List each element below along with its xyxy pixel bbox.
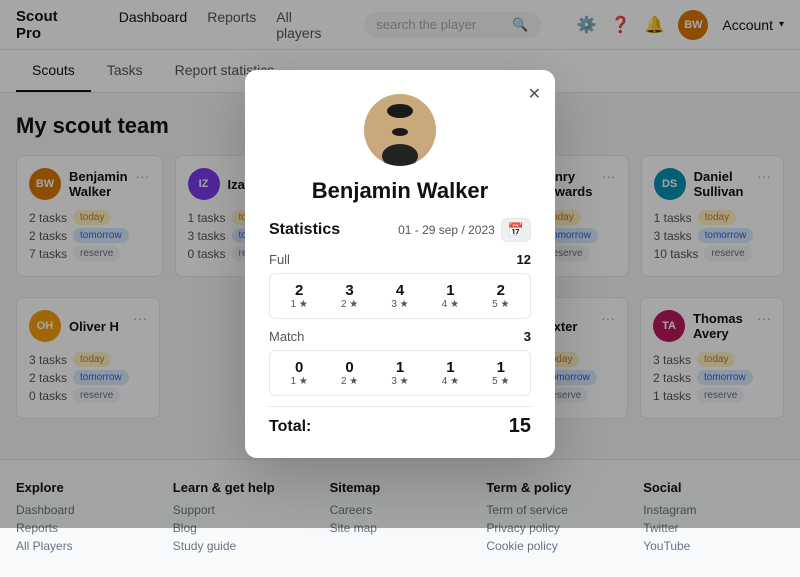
stat-value: 1 [377,359,423,376]
stat-cell: 2 5 ★ [478,282,524,310]
star-label: 3 ★ [377,299,423,310]
modal-total: Total: 15 [269,406,531,438]
stat-value: 2 [276,282,322,299]
star-label: 2 ★ [326,376,372,387]
scout-detail-modal: ✕ Benjamin Walker Statistics 01 - 29 sep… [245,70,555,458]
star-label: 1 ★ [276,376,322,387]
stat-cell: 0 2 ★ [326,359,372,387]
modal-overlay[interactable]: ✕ Benjamin Walker Statistics 01 - 29 sep… [0,0,800,528]
match-count: 3 [524,329,531,344]
total-value: 15 [509,415,531,438]
footer-link[interactable]: Cookie policy [486,539,627,553]
stat-section-full: Full 12 2 1 ★ 3 2 ★ 4 3 ★ 1 4 ★ [269,252,531,319]
stat-value: 0 [276,359,322,376]
total-label: Total: [269,418,311,436]
footer-link[interactable]: YouTube [643,539,784,553]
full-count: 12 [517,252,531,267]
star-label: 4 ★ [427,299,473,310]
stat-value: 1 [427,359,473,376]
modal-person-name: Benjamin Walker [269,178,531,204]
stat-cell: 1 3 ★ [377,359,423,387]
stat-value: 1 [427,282,473,299]
modal-avatar [364,94,436,166]
stat-value: 0 [326,359,372,376]
stat-value: 3 [326,282,372,299]
footer-link[interactable]: All Players [16,539,157,553]
stat-cell: 1 4 ★ [427,282,473,310]
stat-cell: 3 2 ★ [326,282,372,310]
star-label: 2 ★ [326,299,372,310]
date-range: 01 - 29 sep / 2023 📅 [398,218,531,242]
stat-cell: 4 3 ★ [377,282,423,310]
stat-section-header: Match 3 [269,329,531,344]
modal-close-button[interactable]: ✕ [528,84,541,104]
star-label: 5 ★ [478,299,524,310]
footer-link[interactable]: Study guide [173,539,314,553]
star-label: 5 ★ [478,376,524,387]
modal-stats-header: Statistics 01 - 29 sep / 2023 📅 [269,218,531,242]
calendar-button[interactable]: 📅 [501,218,531,242]
date-range-text: 01 - 29 sep / 2023 [398,223,495,237]
stat-cell: 2 1 ★ [276,282,322,310]
match-stat-grid: 0 1 ★ 0 2 ★ 1 3 ★ 1 4 ★ 1 5 ★ [269,350,531,396]
stat-cell: 1 5 ★ [478,359,524,387]
star-label: 4 ★ [427,376,473,387]
stat-value: 1 [478,359,524,376]
stat-section-match: Match 3 0 1 ★ 0 2 ★ 1 3 ★ 1 4 ★ [269,329,531,396]
stat-section-label: Match [269,329,304,344]
star-label: 3 ★ [377,376,423,387]
stat-cell: 1 4 ★ [427,359,473,387]
stat-value: 4 [377,282,423,299]
full-stat-grid: 2 1 ★ 3 2 ★ 4 3 ★ 1 4 ★ 2 5 ★ [269,273,531,319]
stats-title: Statistics [269,221,340,239]
star-label: 1 ★ [276,299,322,310]
stat-value: 2 [478,282,524,299]
stat-section-label: Full [269,252,290,267]
stat-cell: 0 1 ★ [276,359,322,387]
stat-section-header: Full 12 [269,252,531,267]
